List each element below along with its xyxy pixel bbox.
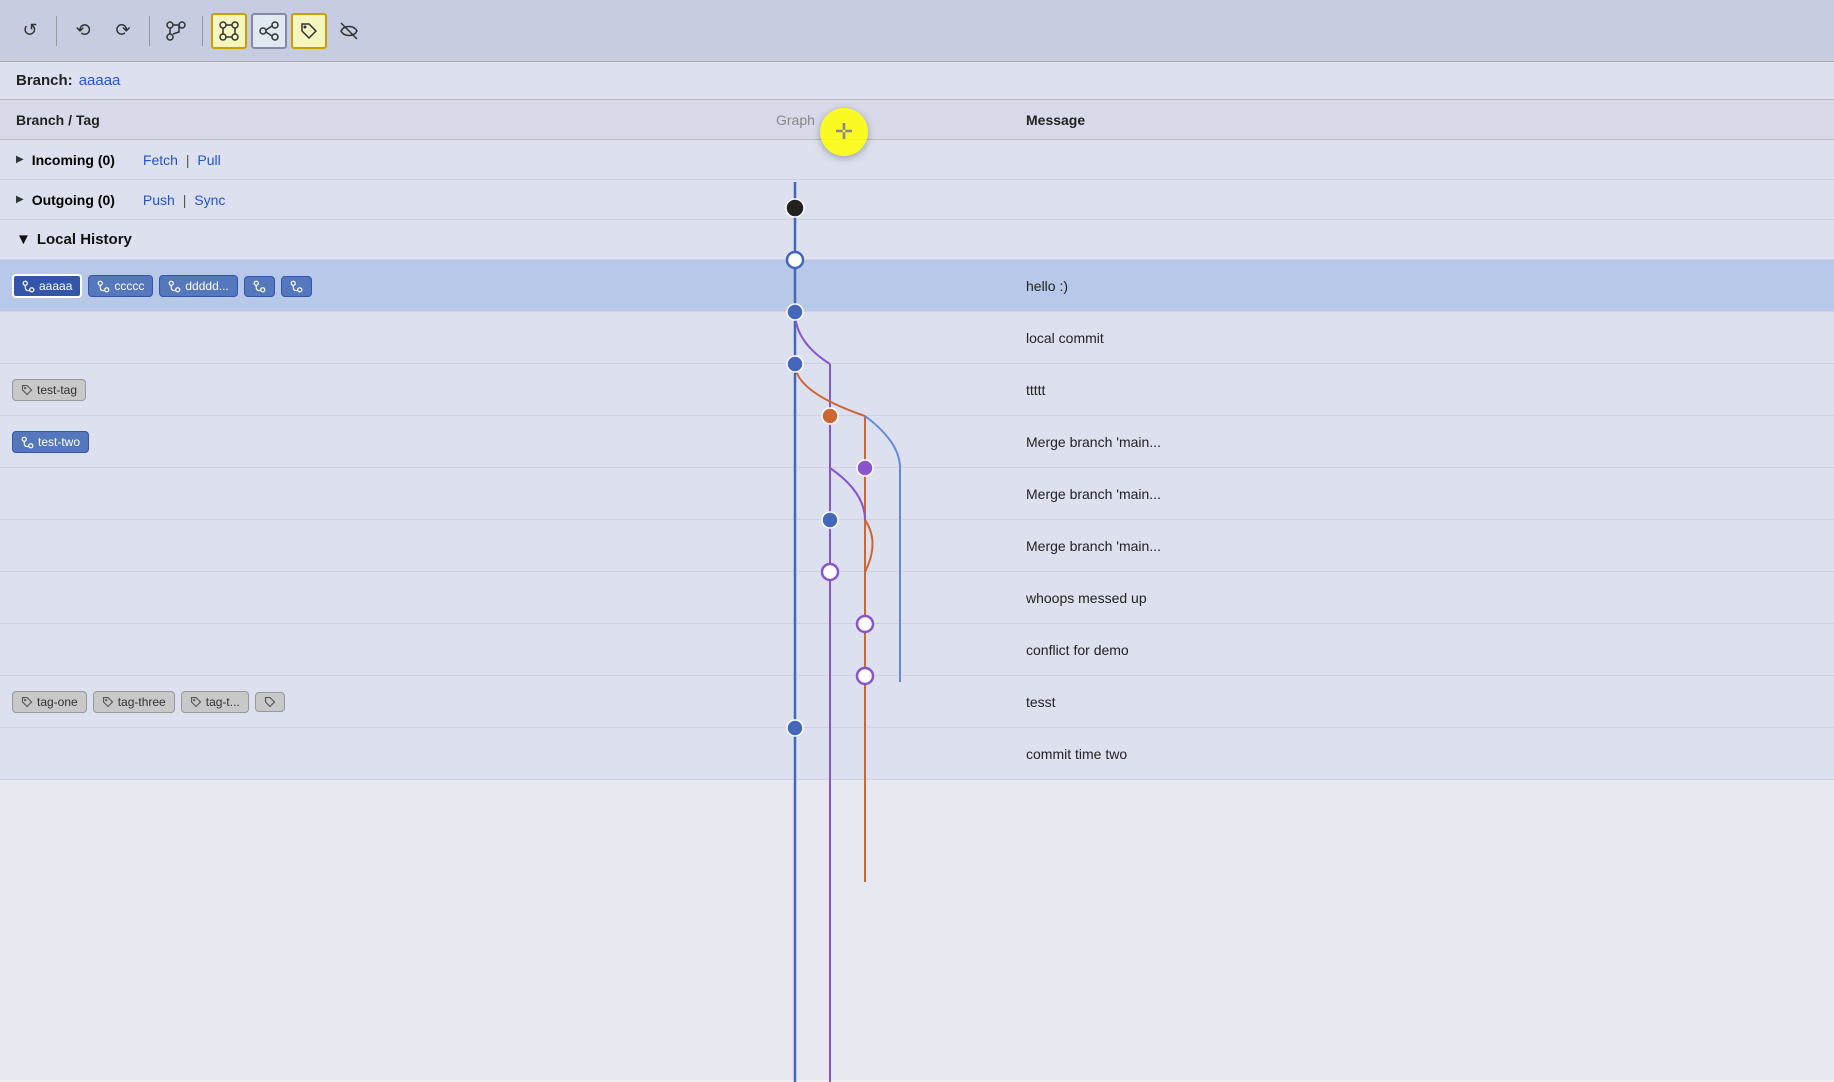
branch-line: Branch: aaaaa — [0, 62, 1834, 100]
main-container: ↺ ⟲ ⟳ — [0, 0, 1834, 1080]
commit-row-10[interactable]: commit time two — [0, 728, 1834, 780]
local-history-label[interactable]: ▼ Local History — [0, 231, 760, 248]
commit-9-tags: tag-one tag-three tag-t... — [0, 691, 760, 713]
commit-6-graph — [760, 520, 1010, 572]
toolbar: ↺ ⟲ ⟳ — [0, 0, 1834, 62]
incoming-label[interactable]: ▶ Incoming (0) Fetch | Pull — [0, 152, 760, 168]
commit-6-message: Merge branch 'main... — [1010, 538, 1834, 554]
table-header: Branch / Tag Graph ✛ Message — [0, 100, 1834, 140]
separator-3 — [202, 16, 203, 46]
incoming-triangle: ▶ — [16, 154, 24, 165]
branch-tag-aaaaa[interactable]: aaaaa — [12, 274, 82, 298]
col-message: Message — [1010, 112, 1834, 128]
col-branch-tag: Branch / Tag — [0, 112, 760, 128]
commit-1-tags: aaaaa ccccc — [0, 274, 760, 298]
commit-8-message: conflict for demo — [1010, 642, 1834, 658]
incoming-row[interactable]: ▶ Incoming (0) Fetch | Pull — [0, 140, 1834, 180]
outgoing-label[interactable]: ▶ Outgoing (0) Push | Sync — [0, 192, 760, 208]
branch-tag-ddddd[interactable]: ddddd... — [159, 275, 237, 297]
outgoing-text: Outgoing (0) — [32, 192, 115, 208]
branch-tree-button[interactable] — [158, 13, 194, 49]
branch-name[interactable]: aaaaa — [79, 72, 121, 89]
commit-3-graph — [760, 364, 1010, 416]
commit-row-1[interactable]: aaaaa ccccc — [0, 260, 1834, 312]
pull-link[interactable]: Pull — [197, 152, 220, 168]
outgoing-row[interactable]: ▶ Outgoing (0) Push | Sync — [0, 180, 1834, 220]
redo-button[interactable]: ⟳ — [105, 13, 141, 49]
outgoing-triangle: ▶ — [16, 194, 24, 205]
fetch-link[interactable]: Fetch — [143, 152, 178, 168]
tag-tag-one[interactable]: tag-one — [12, 691, 87, 713]
push-link[interactable]: Push — [143, 192, 175, 208]
incoming-text: Incoming (0) — [32, 152, 115, 168]
commit-row-8[interactable]: conflict for demo — [0, 624, 1834, 676]
undo-button[interactable]: ⟲ — [65, 13, 101, 49]
branch-tag-test-two[interactable]: test-two — [12, 431, 89, 453]
commit-10-graph — [760, 728, 1010, 780]
commit-row-5[interactable]: Merge branch 'main... — [0, 468, 1834, 520]
sync-link[interactable]: Sync — [194, 192, 225, 208]
outgoing-actions: Push | Sync — [143, 192, 225, 208]
graph-view-button[interactable] — [211, 13, 247, 49]
commit-1-message: hello :) — [1010, 278, 1834, 294]
commit-4-tags: test-two — [0, 431, 760, 453]
commit-10-message: commit time two — [1010, 746, 1834, 762]
commit-1-graph — [760, 260, 1010, 312]
commit-4-message: Merge branch 'main... — [1010, 434, 1834, 450]
tag-extra[interactable] — [255, 692, 285, 712]
commit-3-message: ttttt — [1010, 382, 1834, 398]
commit-8-graph — [760, 624, 1010, 676]
refresh-button[interactable]: ↺ — [12, 13, 48, 49]
commit-3-tags: test-tag — [0, 379, 760, 401]
commit-row-7[interactable]: whoops messed up — [0, 572, 1834, 624]
commit-row-4[interactable]: test-two Merge branch 'main... — [0, 416, 1834, 468]
commit-7-message: whoops messed up — [1010, 590, 1834, 606]
tag-tag-t[interactable]: tag-t... — [181, 691, 249, 713]
cursor-indicator: ✛ — [820, 108, 868, 156]
tag-view-button[interactable] — [291, 13, 327, 49]
local-history-text: Local History — [37, 231, 132, 248]
tag-tag-three[interactable]: tag-three — [93, 691, 175, 713]
commit-row-3[interactable]: test-tag ttttt — [0, 364, 1834, 416]
commit-9-graph — [760, 676, 1010, 728]
branch-tag-extra1[interactable] — [244, 276, 275, 297]
local-history-header[interactable]: ▼ Local History — [0, 220, 1834, 260]
eye-off-button[interactable] — [331, 13, 367, 49]
commit-2-graph — [760, 312, 1010, 364]
separator-2 — [149, 16, 150, 46]
commit-row-9[interactable]: tag-one tag-three tag-t... — [0, 676, 1834, 728]
commit-7-graph — [760, 572, 1010, 624]
local-history-triangle: ▼ — [16, 231, 31, 248]
branch-label: Branch: — [16, 72, 73, 89]
commit-5-message: Merge branch 'main... — [1010, 486, 1834, 502]
commit-5-graph — [760, 468, 1010, 520]
table-body: ▶ Incoming (0) Fetch | Pull ▶ Outgoing (… — [0, 140, 1834, 780]
incoming-actions: Fetch | Pull — [143, 152, 221, 168]
tag-test-tag[interactable]: test-tag — [12, 379, 86, 401]
commit-2-message: local commit — [1010, 330, 1834, 346]
commit-9-message: tesst — [1010, 694, 1834, 710]
branch-tag-ccccc[interactable]: ccccc — [88, 275, 153, 297]
node-view-button[interactable] — [251, 13, 287, 49]
separator-1 — [56, 16, 57, 46]
col-graph: Graph ✛ — [760, 112, 1010, 128]
commit-row-6[interactable]: Merge branch 'main... — [0, 520, 1834, 572]
branch-tag-extra2[interactable] — [281, 276, 312, 297]
commit-4-graph — [760, 416, 1010, 468]
commit-row-2[interactable]: local commit — [0, 312, 1834, 364]
